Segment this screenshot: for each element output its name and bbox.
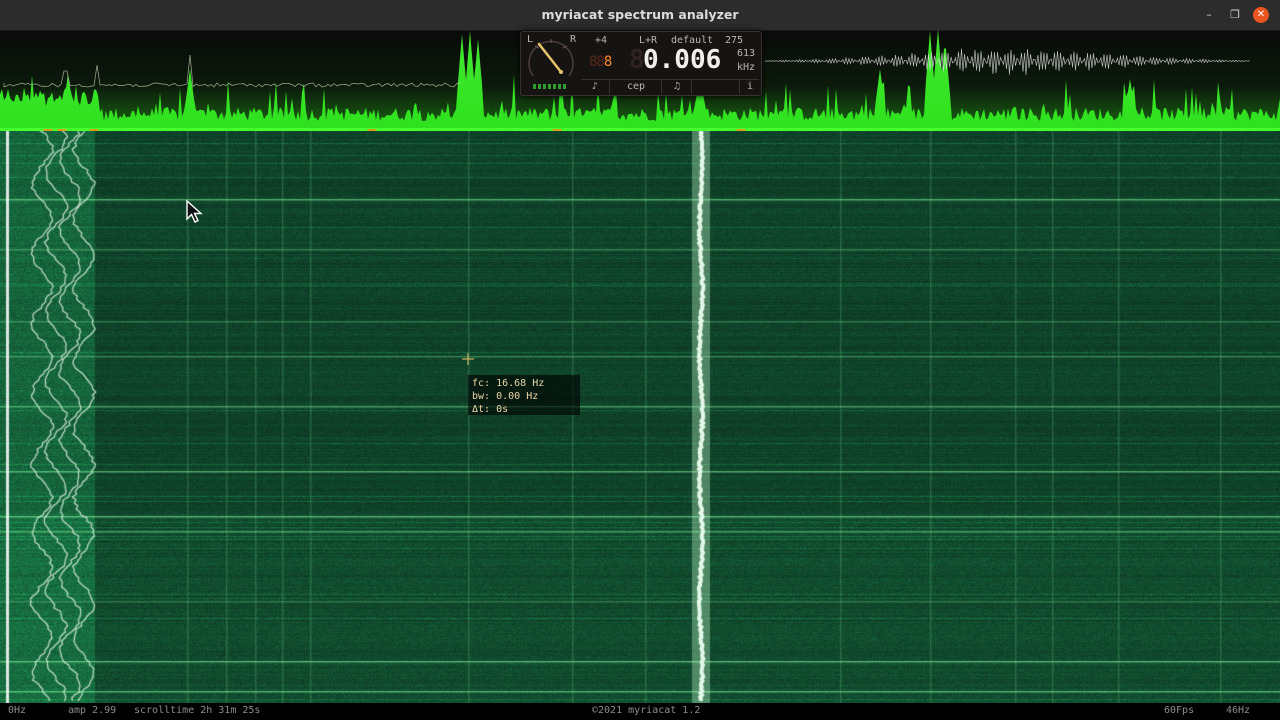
mouse-pointer-icon [186,200,203,223]
title-bar: myriacat spectrum analyzer – ❐ ✕ [0,0,1280,31]
copyright-text: ©2021 myriacat 1.2 [592,705,701,716]
frequency-sub-value: 613 [737,48,756,59]
tab-info[interactable]: i [739,80,760,94]
tab-pitch[interactable]: ♪ [581,80,610,94]
amplitude-value[interactable]: amp 2.99 [68,705,116,716]
dt-value: 0s [496,404,509,415]
close-button[interactable]: ✕ [1253,7,1269,23]
scrolltime-value[interactable]: scrolltime 2h 31m 25s [134,705,260,716]
cursor-tooltip: fc: 16.68 Hz bw: 0.00 Hz Δt: 0s [468,375,580,415]
bw-label: bw [472,391,485,402]
frequency-unit: kHz [737,62,756,73]
fps-value: 60Fps [1164,705,1195,716]
control-panel: L R +4 L+R default 275 888 8 0.006 613 k… [520,31,762,96]
app-window: myriacat spectrum analyzer – ❐ ✕ L R +4 … [0,0,1280,720]
mode-tabs: ♪ cep ♫ i [581,79,759,94]
bw-value: 0.00 Hz [496,391,539,402]
fc-value: 16.68 Hz [496,378,545,389]
note-digits-dim: 88 [589,54,605,70]
right-channel-label: R [570,34,577,45]
crosshair-icon [462,353,474,365]
tooltip-bw-row: bw: 0.00 Hz [472,391,539,402]
max-frequency-label[interactable]: 46Hz [1226,705,1250,716]
minimize-button[interactable]: – [1201,7,1217,23]
tooltip-dt-row: Δt: 0s [472,404,509,415]
maximize-button[interactable]: ❐ [1227,7,1243,23]
frequency-readout: 0.006 [643,45,722,75]
balance-dial[interactable] [527,36,575,82]
status-bar: 0Hz amp 2.99 scrolltime 2h 31m 25s ©2021… [0,703,1280,720]
tooltip-fc-row: fc: 16.68 Hz [472,378,545,389]
note-digits: 888 [589,54,613,70]
min-frequency-label: 0Hz [8,705,27,716]
left-channel-label: L [527,34,534,45]
level-meter [529,84,573,90]
count-value: 275 [725,35,744,46]
tab-note[interactable]: ♫ [663,80,692,94]
fc-label: fc [472,378,485,389]
window-title: myriacat spectrum analyzer [541,7,739,22]
note-digits-lit: 8 [603,54,613,70]
gain-value[interactable]: +4 [595,35,607,46]
dt-label: Δt [472,404,485,415]
tab-cepstrum[interactable]: cep [611,80,662,94]
